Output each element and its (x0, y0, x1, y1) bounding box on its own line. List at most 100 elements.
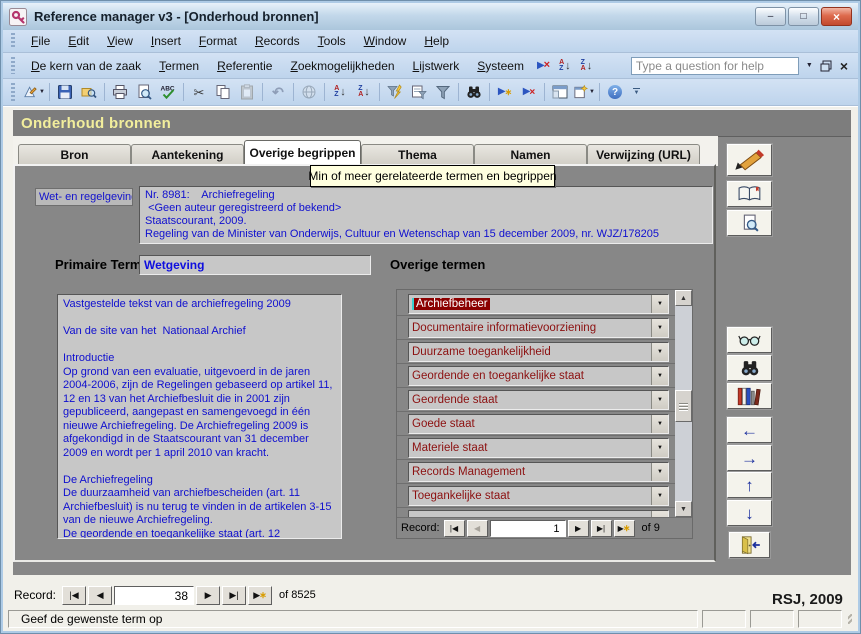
read-glasses-button[interactable] (727, 327, 772, 353)
help-search-input[interactable] (631, 57, 799, 75)
term-combobox[interactable]: Geordende en toegankelijke staat ▼ (408, 366, 669, 386)
combo-dropdown-button[interactable]: ▼ (651, 319, 668, 337)
menu-edit[interactable]: Edit (59, 31, 98, 51)
tab-thema[interactable]: Thema (361, 144, 474, 164)
tab-aantekening[interactable]: Aantekening (131, 144, 244, 164)
library-button[interactable] (727, 383, 772, 409)
down-button[interactable]: ↓ (727, 500, 772, 526)
delete-record-button[interactable]: ▶× (518, 82, 540, 102)
database-window-button[interactable] (549, 82, 571, 102)
record-number-box[interactable]: 1 (490, 520, 566, 537)
sort-ascending-button[interactable]: AZ ↓ (329, 82, 351, 102)
undo-button[interactable]: ↶ (267, 82, 289, 102)
form-view-button[interactable]: ▼ (23, 82, 45, 102)
menu-window[interactable]: Window (355, 31, 416, 51)
combo-dropdown-button[interactable]: ▼ (651, 463, 668, 481)
record-number-box[interactable]: 38 (114, 586, 194, 605)
search-binoculars-button[interactable] (727, 355, 772, 381)
menu-records[interactable]: Records (246, 31, 309, 51)
new-record-button[interactable]: ▶∗ (614, 520, 635, 537)
menu-de-kern-van-de-zaak[interactable]: De kern van de zaak (22, 56, 150, 76)
edit-source-button[interactable] (727, 144, 772, 176)
next-button[interactable]: → (727, 445, 772, 471)
combo-dropdown-button[interactable]: ▼ (651, 415, 668, 433)
terms-scrollbar[interactable]: ▲ ▼ (675, 290, 692, 517)
term-combobox-empty[interactable]: ▼ (408, 510, 669, 517)
term-combobox[interactable]: Archiefbeheer ▼ (408, 294, 669, 314)
last-record-button[interactable]: ▶| (591, 520, 612, 537)
preview-document-button[interactable] (727, 210, 772, 236)
find-button[interactable] (463, 82, 485, 102)
tab-namen[interactable]: Namen (474, 144, 587, 164)
scrollbar-thumb[interactable] (675, 390, 692, 422)
minimize-button[interactable]: – (755, 7, 786, 26)
menu-help[interactable]: Help (415, 31, 458, 51)
delete-record-icon[interactable]: ▶× (537, 60, 550, 71)
term-combobox[interactable]: Geordende staat ▼ (408, 390, 669, 410)
close-button[interactable]: × (821, 7, 852, 26)
resize-grip[interactable] (848, 614, 852, 624)
spelling-button[interactable]: ABC (157, 82, 179, 102)
sort-descending-icon[interactable]: ZA ↓ (581, 60, 593, 72)
menu-tools[interactable]: Tools (309, 31, 355, 51)
primary-term-input[interactable]: Wetgeving (139, 255, 371, 275)
sort-descending-button[interactable]: ZA ↓ (353, 82, 375, 102)
help-button[interactable]: ? (604, 82, 626, 102)
first-record-button[interactable]: |◀ (444, 520, 465, 537)
paste-button[interactable] (236, 82, 258, 102)
toolbar-grip[interactable] (11, 33, 15, 48)
menu-referentie[interactable]: Referentie (208, 56, 281, 76)
term-combobox[interactable]: Materiele staat ▼ (408, 438, 669, 458)
last-record-button[interactable]: ▶| (222, 586, 246, 605)
menu-view[interactable]: View (98, 31, 142, 51)
apply-filter-button[interactable] (432, 82, 454, 102)
menu-termen[interactable]: Termen (150, 56, 208, 76)
term-combobox[interactable]: Records Management ▼ (408, 462, 669, 482)
maximize-button[interactable]: □ (788, 7, 819, 26)
combo-dropdown-button[interactable]: ▼ (651, 367, 668, 385)
term-combobox[interactable]: Toegankelijke staat ▼ (408, 486, 669, 506)
new-record-button[interactable]: ▶∗ (494, 82, 516, 102)
previous-record-button[interactable]: ◀ (467, 520, 488, 537)
menu-systeem[interactable]: Systeem (468, 56, 533, 76)
cut-button[interactable]: ✂ (188, 82, 210, 102)
next-record-button[interactable]: ▶ (568, 520, 589, 537)
save-button[interactable] (54, 82, 76, 102)
term-combobox[interactable]: Goede staat ▼ (408, 414, 669, 434)
print-button[interactable] (109, 82, 131, 102)
sort-ascending-icon[interactable]: AZ ↓ (559, 60, 571, 72)
menu-file[interactable]: File (22, 31, 59, 51)
memo-text-area[interactable]: Vastgestelde tekst van de archiefregelin… (57, 294, 342, 539)
help-dropdown-icon[interactable]: ▼ (803, 60, 816, 71)
combo-dropdown-button[interactable]: ▼ (651, 487, 668, 505)
new-record-button[interactable]: ▶∗ (248, 586, 272, 605)
new-object-button[interactable]: ▼ (573, 82, 595, 102)
tab-overige-begrippen[interactable]: Overige begrippen (244, 140, 361, 164)
toolbar-options-button[interactable]: ▼ (633, 88, 640, 96)
up-button[interactable]: ↑ (727, 472, 772, 498)
tab-verwijzing-url[interactable]: Verwijzing (URL) (587, 144, 700, 164)
combo-dropdown-button[interactable]: ▼ (651, 343, 668, 361)
combo-dropdown-button[interactable]: ▼ (651, 391, 668, 409)
print-preview-button[interactable] (133, 82, 155, 102)
term-combobox[interactable]: Documentaire informatievoorziening ▼ (408, 318, 669, 338)
term-combobox[interactable]: Duurzame toegankelijkheid ▼ (408, 342, 669, 362)
toolbar-grip[interactable] (11, 57, 15, 75)
restore-window-icon[interactable] (820, 60, 832, 72)
menu-zoekmogelijkheden[interactable]: Zoekmogelijkheden (281, 56, 403, 76)
open-book-button[interactable] (727, 181, 772, 207)
source-description-box[interactable]: Nr. 8981: Archiefregeling <Geen auteur g… (139, 186, 713, 244)
previous-record-button[interactable]: ◀ (88, 586, 112, 605)
insert-hyperlink-button[interactable] (298, 82, 320, 102)
toolbar-close-icon[interactable]: × (836, 58, 852, 74)
scroll-up-button[interactable]: ▲ (675, 290, 692, 306)
copy-button[interactable] (212, 82, 234, 102)
combo-dropdown-button[interactable]: ▼ (651, 439, 668, 457)
menu-format[interactable]: Format (190, 31, 246, 51)
scroll-down-button[interactable]: ▼ (675, 501, 692, 517)
tab-bron[interactable]: Bron (18, 144, 131, 164)
exit-form-button[interactable] (729, 532, 770, 558)
menu-lijstwerk[interactable]: Lijstwerk (404, 56, 469, 76)
menu-insert[interactable]: Insert (142, 31, 190, 51)
file-search-button[interactable] (78, 82, 100, 102)
